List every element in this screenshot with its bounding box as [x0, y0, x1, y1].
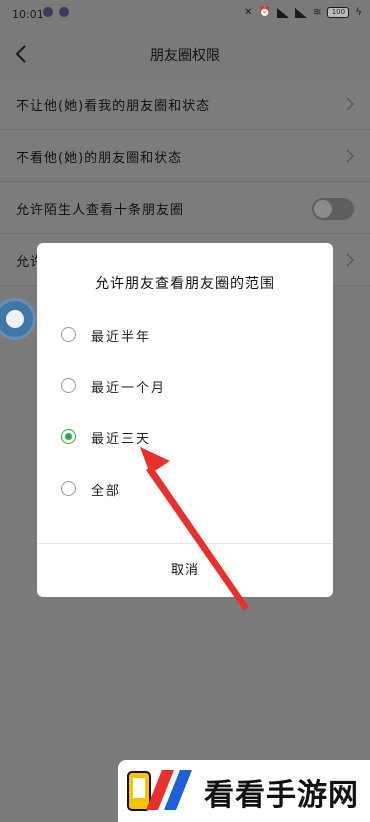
settings-row-label: 允许陌生人查看十条朋友圈: [16, 203, 185, 218]
nav-bar: 朋友圈权限: [0, 30, 370, 78]
charging-icon: ϟ: [355, 7, 362, 18]
status-time: 10:01: [12, 8, 44, 21]
signal-icon: [277, 7, 289, 18]
toggle-knob: [314, 200, 332, 218]
settings-row-hide-their-moments[interactable]: 不看他(她)的朋友圈和状态: [0, 130, 370, 182]
app-notification-icon: [43, 7, 53, 17]
assistant-face-icon: [6, 310, 24, 328]
battery-icon: 100: [327, 7, 350, 18]
settings-row-strangers-view-ten: 允许陌生人查看十条朋友圈: [0, 182, 370, 234]
option-three-days[interactable]: 最近三天: [61, 422, 301, 452]
dialog-title: 允许朋友查看朋友圈的范围: [95, 276, 275, 292]
option-label: 最近一个月: [91, 381, 167, 396]
radio-button-selected[interactable]: [61, 429, 76, 444]
status-bar: 10:01 ✕ ⏰ ≋ 100 ϟ: [0, 0, 370, 30]
chevron-right-icon: [346, 149, 354, 163]
signal-icon: [295, 7, 307, 18]
option-all[interactable]: 全部: [61, 474, 301, 504]
watermark-logo-icon: [127, 770, 192, 811]
option-label: 最近三天: [91, 432, 152, 447]
chevron-right-icon: [346, 97, 354, 111]
floating-assistant-button[interactable]: [0, 298, 36, 340]
status-right-icons: ✕ ⏰ ≋ 100 ϟ: [244, 7, 362, 18]
app-notification-icon: [59, 7, 69, 17]
radio-button[interactable]: [61, 327, 76, 342]
chevron-right-icon: [346, 253, 354, 267]
settings-row-label: 不看他(她)的朋友圈和状态: [16, 151, 183, 166]
cancel-button[interactable]: 取消: [37, 544, 333, 597]
status-notification-icons: [43, 7, 69, 17]
alarm-icon: ⏰: [258, 7, 271, 18]
wifi-icon: ≋: [313, 7, 322, 18]
mute-icon: ✕: [244, 7, 253, 18]
settings-row-hide-my-moments[interactable]: 不让他(她)看我的朋友圈和状态: [0, 78, 370, 130]
option-one-month[interactable]: 最近一个月: [61, 371, 301, 401]
settings-row-label: 不让他(她)看我的朋友圈和状态: [16, 99, 211, 114]
watermark-text: 看看手游网: [204, 778, 359, 813]
option-label: 全部: [91, 484, 122, 499]
visibility-range-dialog: 允许朋友查看朋友圈的范围 最近半年 最近一个月 最近三天 全部 取消: [37, 243, 333, 597]
site-watermark: 看看手游网: [118, 760, 370, 822]
radio-button[interactable]: [61, 481, 76, 496]
strangers-view-toggle[interactable]: [312, 198, 354, 220]
radio-button[interactable]: [61, 378, 76, 393]
page-title: 朋友圈权限: [150, 48, 220, 64]
option-half-year[interactable]: 最近半年: [61, 320, 301, 350]
option-label: 最近半年: [91, 330, 152, 345]
